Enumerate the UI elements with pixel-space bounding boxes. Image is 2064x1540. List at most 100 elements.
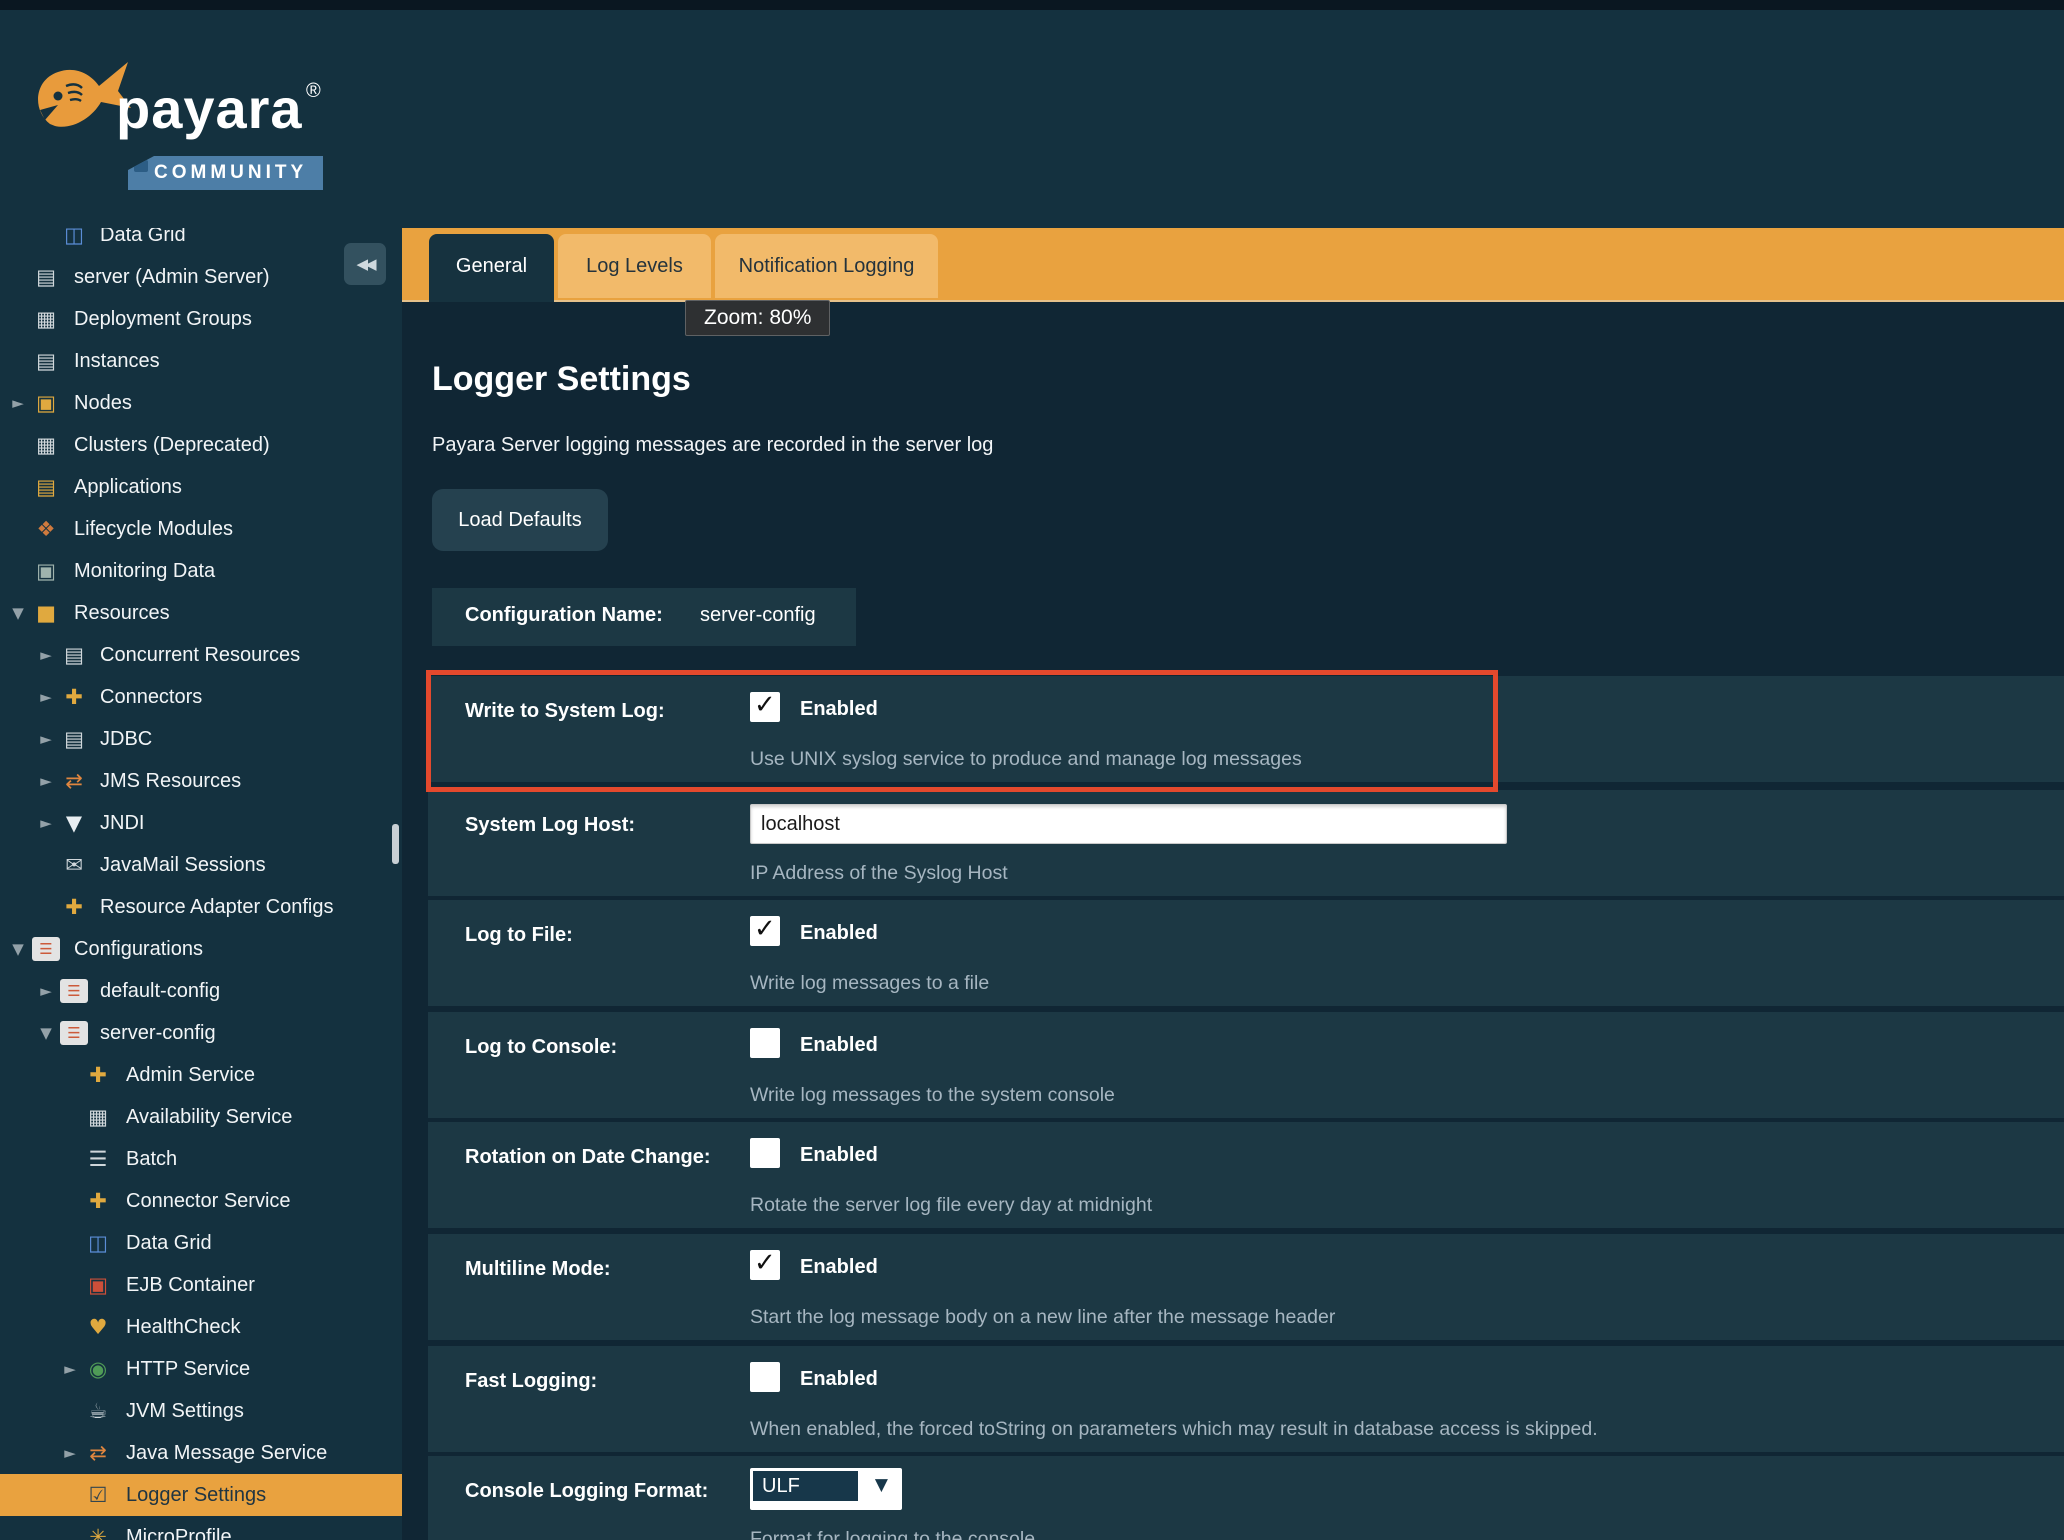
sidebar-item-healthcheck[interactable]: ♥HealthCheck [0, 1306, 402, 1348]
sidebar-collapse-button[interactable]: ◀◀ [344, 243, 386, 285]
write-to-system-log-checkbox[interactable]: ✓ [750, 692, 780, 722]
sidebar-item-javamail-sessions[interactable]: ✉JavaMail Sessions [0, 844, 402, 886]
main-content: Logger Settings Payara Server logging me… [402, 302, 2064, 1540]
header: payara ® COMMUNITY [0, 10, 2064, 228]
expand-arrow-icon[interactable]: ► [60, 1348, 80, 1390]
jms-arrows-icon: ⇄ [60, 760, 88, 802]
console-logging-format-select[interactable]: ULF ▼ [750, 1468, 902, 1510]
sidebar-item-concurrent-resources[interactable]: ►▤Concurrent Resources [0, 634, 402, 676]
microprofile-icon: ✳ [84, 1516, 112, 1540]
log-to-console-checkbox[interactable] [750, 1028, 780, 1058]
sidebar-item-data-grid-clipped[interactable]: ◫Data Grid [0, 228, 402, 256]
form-row-fast-logging: Fast Logging: Enabled When enabled, the … [428, 1346, 2064, 1452]
sidebar-item-monitoring-data[interactable]: ▣Monitoring Data [0, 550, 402, 592]
tab-bar: General Log Levels Notification Logging [402, 228, 2064, 302]
collapse-arrow-icon[interactable]: ▼ [8, 928, 28, 970]
sidebar-item-data-grid[interactable]: ◫Data Grid [0, 1222, 402, 1264]
multiline-mode-checkbox[interactable]: ✓ [750, 1250, 780, 1280]
fast-logging-checkbox[interactable] [750, 1362, 780, 1392]
config-sliders-icon: ☰ [60, 979, 88, 1003]
sidebar-item-server-admin-server[interactable]: ▤server (Admin Server) [0, 256, 402, 298]
configuration-name-label: Configuration Name: [465, 604, 663, 627]
form-row-console-logging-format: Console Logging Format: ULF ▼ Format for… [428, 1456, 2064, 1540]
sidebar-item-applications[interactable]: ▤Applications [0, 466, 402, 508]
expand-arrow-icon[interactable]: ► [36, 718, 56, 760]
field-help-text: Write log messages to a file [750, 972, 989, 995]
enabled-label: Enabled [800, 1368, 878, 1391]
expand-arrow-icon[interactable]: ► [8, 382, 28, 424]
sidebar-item-default-config[interactable]: ►☰default-config [0, 970, 402, 1012]
field-label: Write to System Log: [465, 700, 665, 723]
batch-list-icon: ☰ [84, 1138, 112, 1180]
field-help-text: Write log messages to the system console [750, 1084, 1115, 1107]
tab-general[interactable]: General [429, 234, 554, 302]
checkmark-icon: ✓ [754, 914, 776, 944]
sidebar-item-resources[interactable]: ▼■Resources [0, 592, 402, 634]
sidebar-item-deployment-groups[interactable]: ▦Deployment Groups [0, 298, 402, 340]
expand-arrow-icon[interactable]: ► [36, 634, 56, 676]
sidebar-item-resource-adapter-configs[interactable]: ✚Resource Adapter Configs [0, 886, 402, 928]
sidebar-item-microprofile[interactable]: ✳MicroProfile [0, 1516, 402, 1540]
nav-tree: ◫Data Grid ▤server (Admin Server) ▦Deplo… [0, 228, 402, 1540]
jar-icon: ▣ [84, 1264, 112, 1306]
availability-icon: ▦ [84, 1096, 112, 1138]
expand-arrow-icon[interactable]: ► [36, 802, 56, 844]
sidebar-item-nodes[interactable]: ►▣Nodes [0, 382, 402, 424]
tab-log-levels[interactable]: Log Levels [558, 234, 711, 298]
sidebar-item-jdbc[interactable]: ►▤JDBC [0, 718, 402, 760]
sidebar-item-connectors[interactable]: ►✚Connectors [0, 676, 402, 718]
log-to-file-checkbox[interactable]: ✓ [750, 916, 780, 946]
sidebar-item-ejb-container[interactable]: ▣EJB Container [0, 1264, 402, 1306]
sidebar-item-lifecycle-modules[interactable]: ❖Lifecycle Modules [0, 508, 402, 550]
expand-arrow-icon[interactable]: ► [36, 760, 56, 802]
server-icon: ▤ [32, 340, 60, 382]
field-help-text: Rotate the server log file every day at … [750, 1194, 1152, 1217]
expand-arrow-icon[interactable]: ► [36, 676, 56, 718]
configuration-name-panel: Configuration Name: server-config [432, 588, 856, 646]
load-defaults-button[interactable]: Load Defaults [432, 489, 608, 551]
field-label: Rotation on Date Change: [465, 1146, 711, 1169]
sidebar-item-instances[interactable]: ▤Instances [0, 340, 402, 382]
applications-icon: ▤ [32, 466, 60, 508]
enabled-label: Enabled [800, 922, 878, 945]
sidebar-item-logger-settings[interactable]: ☑Logger Settings [0, 1474, 402, 1516]
system-log-host-input[interactable] [750, 804, 1507, 844]
sidebar-item-availability-service[interactable]: ▦Availability Service [0, 1096, 402, 1138]
connector-puzzle-icon: ✚ [84, 1180, 112, 1222]
tab-notification-logging[interactable]: Notification Logging [715, 234, 938, 298]
jms-arrows-icon: ⇄ [84, 1432, 112, 1474]
expand-arrow-icon[interactable]: ► [36, 970, 56, 1012]
field-label: Console Logging Format: [465, 1480, 708, 1503]
community-badge: COMMUNITY [128, 156, 323, 190]
data-grid-icon: ◫ [60, 228, 88, 256]
sidebar-item-jvm-settings[interactable]: ☕JVM Settings [0, 1390, 402, 1432]
sidebar-item-configurations[interactable]: ▼☰Configurations [0, 928, 402, 970]
sidebar-item-server-config[interactable]: ▼☰server-config [0, 1012, 402, 1054]
collapse-arrow-icon[interactable]: ▼ [36, 1012, 56, 1054]
field-label: Fast Logging: [465, 1370, 597, 1393]
data-grid-icon: ◫ [84, 1222, 112, 1264]
checkmark-icon: ✓ [754, 1248, 776, 1278]
rotation-on-date-change-checkbox[interactable] [750, 1138, 780, 1168]
sidebar-item-batch[interactable]: ☰Batch [0, 1138, 402, 1180]
resources-box-icon: ■ [32, 592, 60, 634]
server-icon: ▤ [32, 256, 60, 298]
config-sliders-icon: ☰ [60, 1021, 88, 1045]
sidebar-item-java-message-service[interactable]: ►⇄Java Message Service [0, 1432, 402, 1474]
configuration-name-value: server-config [700, 604, 816, 627]
top-strip [0, 0, 2064, 10]
sidebar-item-jndi[interactable]: ►▼JNDI [0, 802, 402, 844]
mail-icon: ✉ [60, 844, 88, 886]
sidebar-scrollbar-thumb[interactable] [392, 824, 399, 864]
cluster-icon: ▦ [32, 298, 60, 340]
page-title: Logger Settings [432, 360, 691, 399]
sidebar-item-clusters-deprecated[interactable]: ▦Clusters (Deprecated) [0, 424, 402, 466]
expand-arrow-icon[interactable]: ► [60, 1432, 80, 1474]
sidebar-item-connector-service[interactable]: ✚Connector Service [0, 1180, 402, 1222]
heart-icon: ♥ [84, 1306, 112, 1348]
collapse-arrow-icon[interactable]: ▼ [8, 592, 28, 634]
sidebar-item-admin-service[interactable]: ✚Admin Service [0, 1054, 402, 1096]
sidebar-item-http-service[interactable]: ►◉HTTP Service [0, 1348, 402, 1390]
chevron-down-icon: ▼ [875, 1475, 888, 1495]
sidebar-item-jms-resources[interactable]: ►⇄JMS Resources [0, 760, 402, 802]
